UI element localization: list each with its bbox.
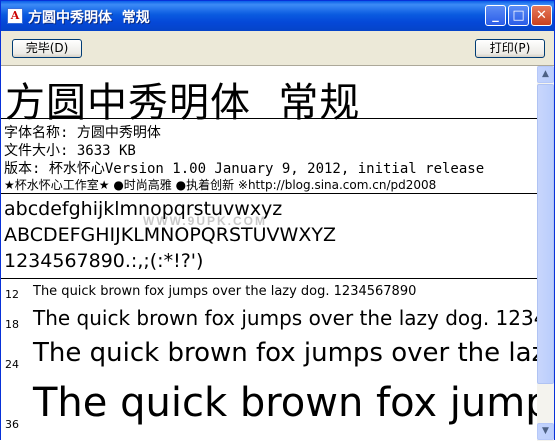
scroll-up-button[interactable]: ▲ — [537, 66, 554, 83]
font-viewer-window: A 方圆中秀明体 常规 _ □ ✕ 完毕(D) 打印(P) 方圆中秀明体 常规 … — [0, 0, 555, 441]
vertical-scrollbar[interactable]: ▲ ▼ — [537, 65, 554, 441]
credit-line: ★杯水怀心工作室★ ●时尚高雅 ●执着创新 ※http://blog.sina.… — [4, 178, 437, 192]
digits-sample: 1234567890.:,;(:*!?') — [4, 250, 204, 272]
version-line: 版本: 杯水怀心Version 1.00 January 9, 2012, in… — [4, 161, 485, 177]
divider — [1, 278, 537, 279]
scroll-thumb[interactable] — [537, 84, 554, 384]
font-name-line: 字体名称: 方圆中秀明体 — [4, 125, 161, 141]
toolbar: 完毕(D) 打印(P) — [1, 31, 554, 65]
size-label: 36 — [5, 418, 19, 431]
maximize-button[interactable]: □ — [508, 5, 529, 26]
divider — [1, 193, 537, 194]
file-size-line: 文件大小: 3633 KB — [4, 143, 136, 159]
app-font-icon: A — [7, 8, 23, 24]
title-bar[interactable]: A 方圆中秀明体 常规 _ □ ✕ — [1, 1, 554, 31]
chevron-down-icon: ▼ — [542, 426, 549, 436]
size-sample-text: The quick brown fox jumps over the lazy … — [33, 306, 537, 330]
minimize-button[interactable]: _ — [485, 5, 506, 26]
window-title: 方圆中秀明体 常规 — [28, 10, 150, 26]
chevron-up-icon: ▲ — [542, 69, 549, 79]
maximize-icon: □ — [512, 8, 525, 23]
done-button[interactable]: 完毕(D) — [12, 39, 82, 58]
size-label: 24 — [5, 358, 19, 371]
close-icon: ✕ — [536, 8, 547, 23]
minimize-icon: _ — [492, 8, 499, 23]
size-sample-text: The quick brown fox jumps over the lazy … — [33, 284, 417, 299]
divider — [1, 118, 537, 119]
size-sample-text: The quick brown fox jumps over the lazy … — [33, 380, 537, 426]
scroll-down-button[interactable]: ▼ — [537, 423, 554, 440]
size-sample-text: The quick brown fox jumps over the lazy … — [33, 338, 537, 368]
font-title-header: 方圆中秀明体 常规 — [5, 80, 361, 126]
font-preview-area: 方圆中秀明体 常规 字体名称: 方圆中秀明体 文件大小: 3633 KB 版本:… — [1, 65, 537, 441]
uppercase-sample: ABCDEFGHIJKLMNOPQRSTUVWXYZ — [4, 224, 336, 246]
size-label: 12 — [5, 288, 19, 301]
size-label: 18 — [5, 318, 19, 331]
close-button[interactable]: ✕ — [531, 5, 552, 26]
print-button[interactable]: 打印(P) — [475, 39, 545, 58]
